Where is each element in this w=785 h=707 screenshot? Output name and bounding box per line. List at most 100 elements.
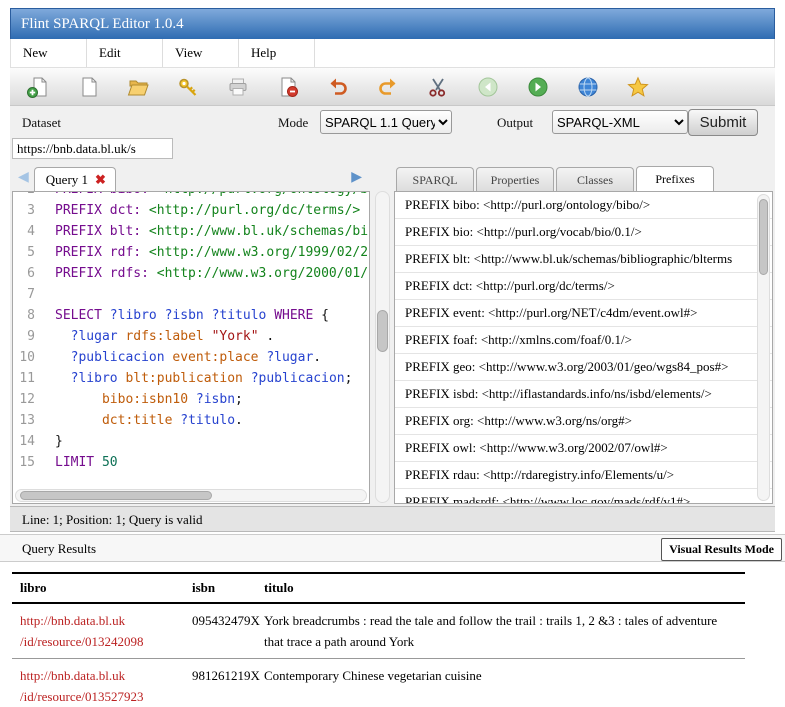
code-token: <http://purl.org/ontology/b — [157, 191, 368, 197]
mode-select[interactable]: SPARQL 1.1 Query — [320, 110, 452, 134]
menu-item-new[interactable]: New — [11, 39, 87, 67]
menu-item-help[interactable]: Help — [239, 39, 315, 67]
column-header-titulo: titulo — [256, 573, 745, 603]
column-header-libro: libro — [12, 573, 184, 603]
code-token — [55, 392, 102, 407]
result-link[interactable]: /id/resource/013527923 — [20, 686, 176, 707]
code-token: <http://www.bl.uk/schemas/bi — [149, 224, 368, 239]
close-query-doc-icon[interactable] — [276, 75, 300, 99]
back-icon[interactable] — [476, 75, 500, 99]
code-token: LIMIT — [55, 455, 94, 470]
result-cell-isbn: 981261219X — [184, 659, 256, 707]
results-title: Query Results — [22, 541, 96, 556]
code-token — [149, 191, 157, 197]
prefix-item[interactable]: PREFIX bibo: <http://purl.org/ontology/b… — [395, 192, 772, 219]
code-token: rdfs:label — [125, 329, 203, 344]
code-line: PREFIX blt: <http://www.bl.uk/schemas/bi — [55, 221, 369, 242]
code-token: . — [259, 329, 275, 344]
undo-icon[interactable] — [326, 75, 350, 99]
prefix-item[interactable]: PREFIX foaf: <http://xmlns.com/foaf/0.1/… — [395, 327, 772, 354]
next-query-icon[interactable]: ▶ — [351, 171, 362, 185]
code-token: ?libro — [71, 371, 118, 386]
prefix-item[interactable]: PREFIX rdau: <http://rdaregistry.info/El… — [395, 462, 772, 489]
show-uris-globe-icon[interactable] — [576, 75, 600, 99]
tools-star-icon[interactable] — [626, 75, 650, 99]
editor-hscroll-thumb[interactable] — [20, 491, 212, 500]
code-line: ?lugar rdfs:label "York" . — [55, 326, 369, 347]
code-editor[interactable]: 23456789101112131415 PREFIX bibo: <http:… — [12, 191, 370, 504]
submit-button[interactable]: Submit — [688, 109, 758, 136]
line-number: 7 — [13, 284, 35, 305]
editor-gutter: 23456789101112131415 — [13, 191, 43, 473]
tab-classes[interactable]: Classes — [556, 167, 634, 192]
line-number: 4 — [13, 221, 35, 242]
redo-icon[interactable] — [376, 75, 400, 99]
prefix-item[interactable]: PREFIX org: <http://www.w3.org/ns/org#> — [395, 408, 772, 435]
new-document-icon[interactable] — [76, 75, 100, 99]
code-token: PREFIX dct: — [55, 203, 141, 218]
tab-properties[interactable]: Properties — [476, 167, 554, 192]
code-token — [188, 392, 196, 407]
cut-icon[interactable] — [426, 75, 450, 99]
line-number: 10 — [13, 347, 35, 368]
tab-sparql[interactable]: SPARQL — [396, 167, 474, 192]
code-token: ?libro — [110, 308, 157, 323]
editor-vscroll-thumb[interactable] — [377, 310, 388, 352]
code-token: 50 — [102, 455, 118, 470]
open-icon[interactable] — [126, 75, 150, 99]
code-token: ?isbn — [196, 392, 235, 407]
visual-results-mode-button[interactable]: Visual Results Mode — [661, 538, 782, 561]
code-token — [141, 224, 149, 239]
code-token — [149, 266, 157, 281]
code-token: { — [313, 308, 329, 323]
menu-item-edit[interactable]: Edit — [87, 39, 163, 67]
output-select[interactable]: SPARQL-XML — [552, 110, 688, 134]
code-token: ?isbn — [165, 308, 204, 323]
prefix-item[interactable]: PREFIX blt: <http://www.bl.uk/schemas/bi… — [395, 246, 772, 273]
new-query-icon[interactable] — [26, 75, 50, 99]
code-token: PREFIX bibo: — [55, 191, 149, 197]
print-icon[interactable] — [226, 75, 250, 99]
main-split: ◀ Query 1 ✖ ▶ 23456789101112131415 PREFI… — [10, 163, 775, 504]
line-number: 9 — [13, 326, 35, 347]
line-number: 8 — [13, 305, 35, 326]
dataset-input[interactable] — [12, 138, 173, 159]
code-token — [157, 308, 165, 323]
tab-prefixes[interactable]: Prefixes — [636, 166, 714, 192]
prefix-vscrollbar[interactable] — [757, 194, 770, 501]
title-bar: Flint SPARQL Editor 1.0.4 — [10, 8, 775, 39]
result-link[interactable]: http://bnb.data.bl.uk — [20, 665, 176, 686]
code-token: event:place — [172, 350, 258, 365]
result-link[interactable]: http://bnb.data.bl.uk — [20, 610, 176, 631]
editor-vscrollbar[interactable] — [375, 191, 390, 503]
query-tab[interactable]: Query 1 ✖ — [34, 167, 116, 192]
key-icon[interactable] — [176, 75, 200, 99]
menu-item-view[interactable]: View — [163, 39, 239, 67]
code-token: "York" — [212, 329, 259, 344]
prefix-item[interactable]: PREFIX geo: <http://www.w3.org/2003/01/g… — [395, 354, 772, 381]
result-link[interactable]: /id/resource/013242098 — [20, 631, 176, 652]
close-query-icon[interactable]: ✖ — [95, 172, 106, 188]
code-token: PREFIX blt: — [55, 224, 141, 239]
prefix-item[interactable]: PREFIX isbd: <http://iflastandards.info/… — [395, 381, 772, 408]
prev-query-icon[interactable]: ◀ — [18, 171, 29, 185]
prefix-item[interactable]: PREFIX owl: <http://www.w3.org/2002/07/o… — [395, 435, 772, 462]
toolbar — [10, 68, 775, 106]
code-line: PREFIX dct: <http://purl.org/dc/terms/> — [55, 200, 369, 221]
code-token — [141, 203, 149, 218]
result-cell-titulo: York breadcrumbs : read the tale and fol… — [256, 603, 745, 659]
code-token — [102, 308, 110, 323]
status-text: Line: 1; Position: 1; Query is valid — [22, 512, 203, 527]
editor-hscrollbar[interactable] — [15, 489, 367, 502]
prefix-item[interactable]: PREFIX event: <http://purl.org/NET/c4dm/… — [395, 300, 772, 327]
prefix-item[interactable]: PREFIX dct: <http://purl.org/dc/terms/> — [395, 273, 772, 300]
output-label: Output — [497, 115, 533, 131]
prefix-item[interactable]: PREFIX bio: <http://purl.org/vocab/bio/0… — [395, 219, 772, 246]
forward-icon[interactable] — [526, 75, 550, 99]
result-cell-libro: http://bnb.data.bl.uk/id/resource/013242… — [12, 603, 184, 659]
workspace: Dataset Mode SPARQL 1.1 Query Output SPA… — [10, 106, 775, 532]
reference-pane: SPARQLPropertiesClassesPrefixes PREFIX b… — [394, 163, 773, 504]
prefix-item[interactable]: PREFIX madsrdf: <http://www.loc.gov/mads… — [395, 489, 772, 504]
code-line: } — [55, 431, 369, 452]
prefix-vscroll-thumb[interactable] — [759, 199, 768, 275]
